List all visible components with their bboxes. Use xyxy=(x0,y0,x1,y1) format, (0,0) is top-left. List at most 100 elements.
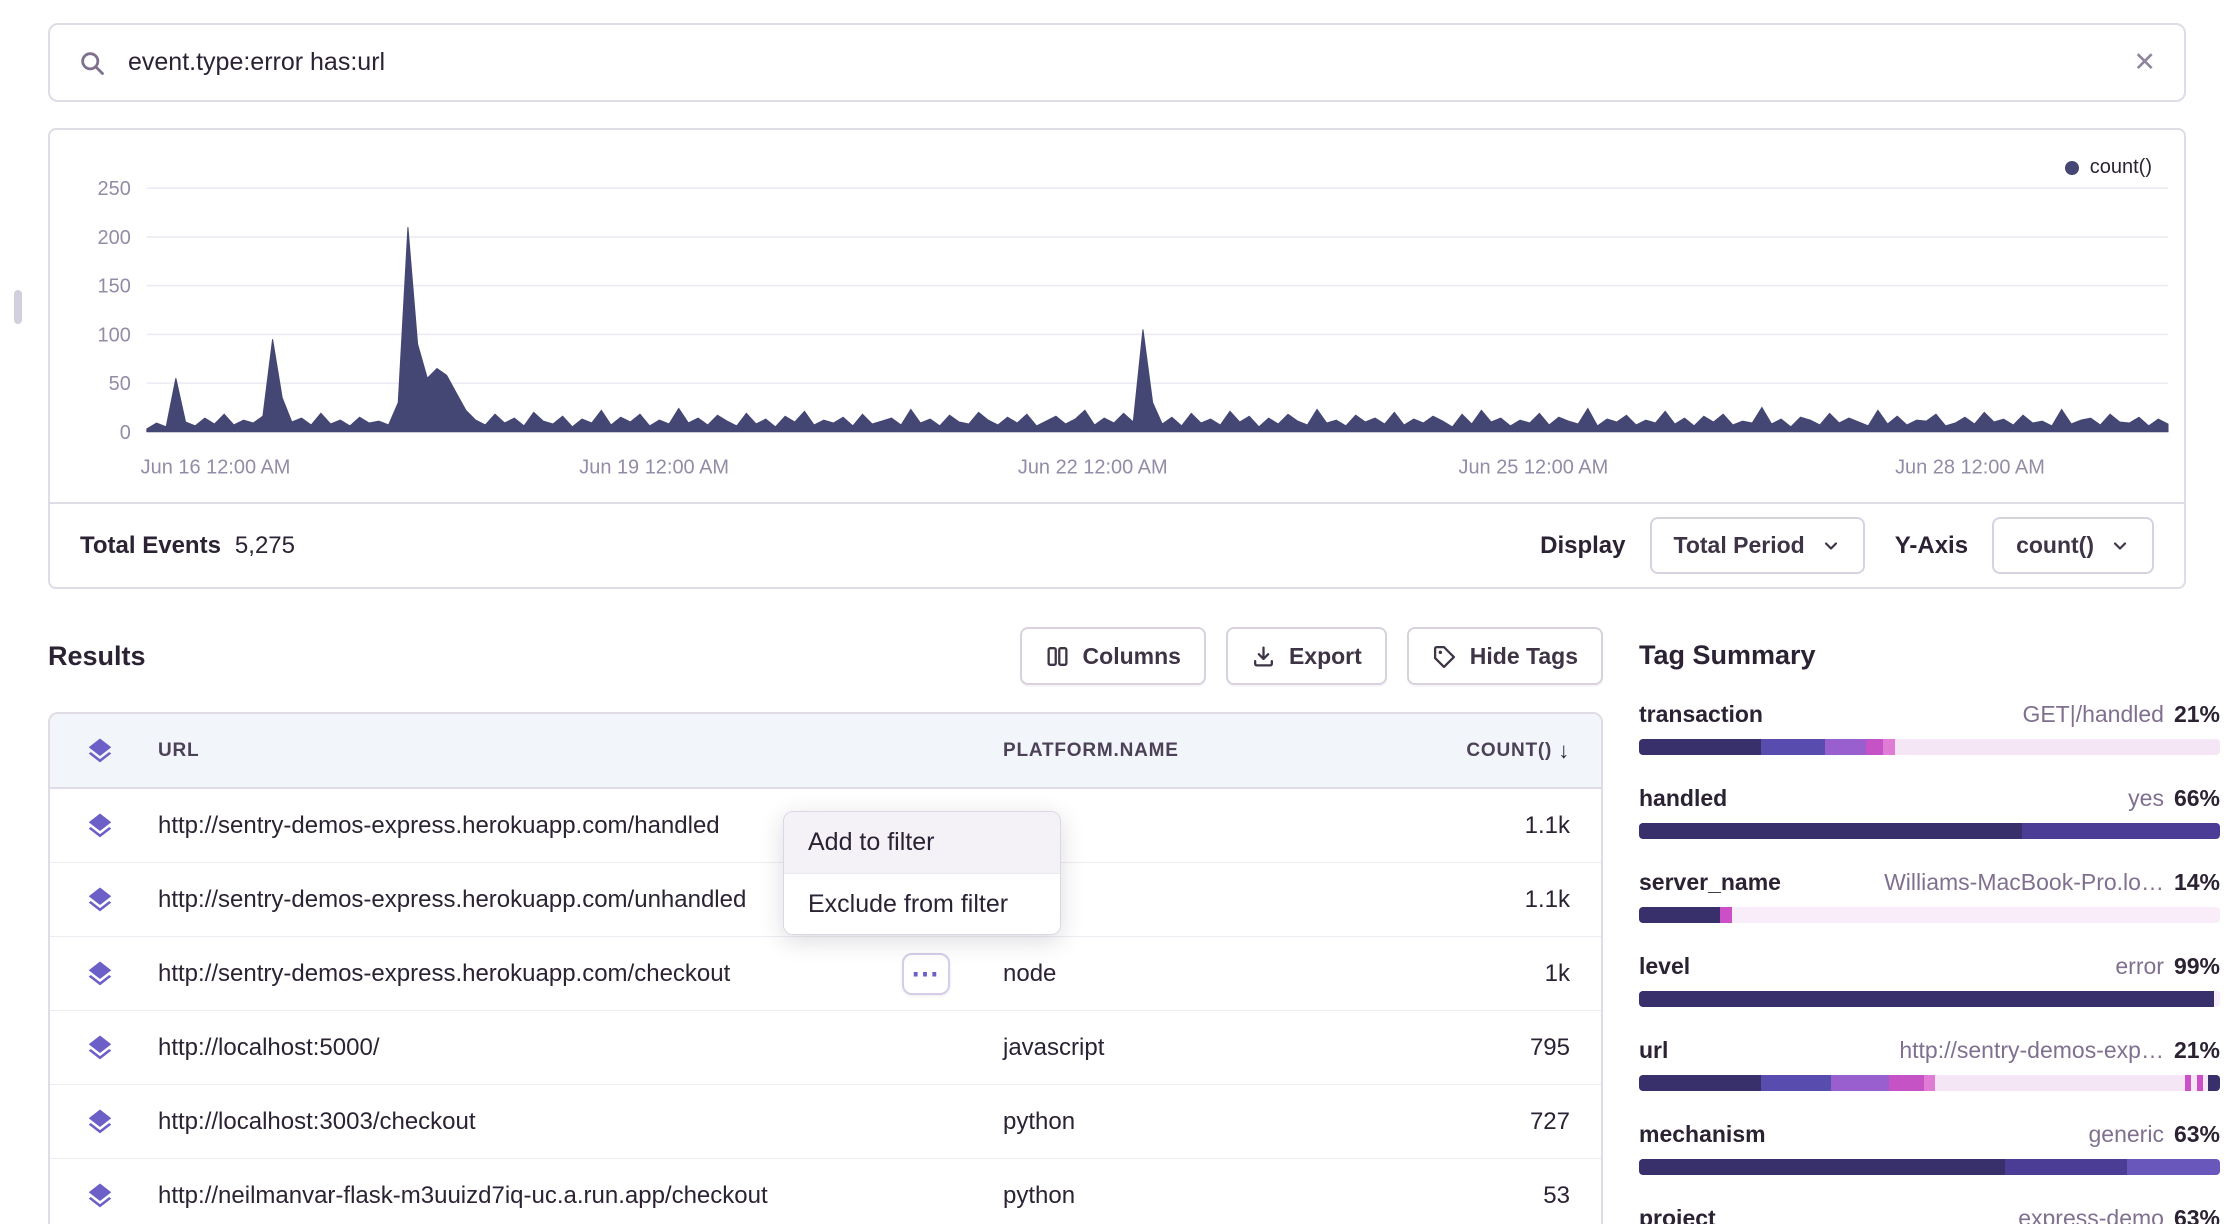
tag-bar-segment xyxy=(1639,1075,1761,1091)
stack-icon xyxy=(85,885,115,915)
tag-bar-segment xyxy=(1639,823,2022,839)
tag-top-value[interactable]: express-demo xyxy=(2018,1205,2164,1224)
tag-row: handled yes 66% xyxy=(1639,785,2220,839)
tag-bar-segment xyxy=(1831,1075,1889,1091)
tag-percentage: 21% xyxy=(2174,701,2220,728)
row-actions-button[interactable]: ⋯ xyxy=(902,953,950,995)
count-cell: 795 xyxy=(1433,1034,1601,1062)
tag-top-value[interactable]: Williams-MacBook-Pro.lo… xyxy=(1884,869,2164,896)
tag-distribution-bar[interactable] xyxy=(1639,1159,2220,1175)
header-url[interactable]: URL xyxy=(150,740,1003,762)
tag-name: mechanism xyxy=(1639,1121,1766,1148)
count-cell: 1.1k xyxy=(1433,886,1601,914)
tag-name: transaction xyxy=(1639,701,1763,728)
count-cell: 1.1k xyxy=(1433,812,1601,840)
tag-bar-segment xyxy=(1720,907,1732,923)
tag-top-value[interactable]: yes xyxy=(2128,785,2164,812)
discover-page: ✕ 050100150200250Jun 16 12:00 AMJun 19 1… xyxy=(0,0,2234,1224)
svg-text:0: 0 xyxy=(120,422,131,444)
stack-icon xyxy=(85,1033,115,1063)
columns-button-label: Columns xyxy=(1083,643,1181,670)
stack-icon xyxy=(85,736,115,766)
tag-bar-segment xyxy=(2208,1075,2220,1091)
tag-top-value[interactable]: generic xyxy=(2089,1121,2164,1148)
tag-row: mechanism generic 63% xyxy=(1639,1121,2220,1175)
header-count-label: COUNT() xyxy=(1466,740,1552,762)
tag-bar-segment xyxy=(1639,991,2214,1007)
tag-bar-segment xyxy=(1761,739,1825,755)
tag-bar-segment xyxy=(1639,907,1720,923)
tag-name: url xyxy=(1639,1037,1668,1064)
tag-icon xyxy=(1432,644,1457,669)
table-row[interactable]: http://localhost:5000/javascript795 xyxy=(50,1011,1601,1085)
tag-top-value[interactable]: error xyxy=(2115,953,2164,980)
tag-name: server_name xyxy=(1639,869,1781,896)
url-cell[interactable]: http://sentry-demos-express.herokuapp.co… xyxy=(150,960,1003,988)
stack-icon xyxy=(85,959,115,989)
tag-bar-segment xyxy=(1866,739,1883,755)
tag-percentage: 63% xyxy=(2174,1121,2220,1148)
tag-distribution-bar[interactable] xyxy=(1639,907,2220,923)
events-chart[interactable]: 050100150200250Jun 16 12:00 AMJun 19 12:… xyxy=(50,130,2184,502)
header-platform[interactable]: PLATFORM.NAME xyxy=(1003,740,1433,762)
sort-desc-icon: ↓ xyxy=(1558,738,1570,764)
columns-icon xyxy=(1045,644,1070,669)
panel-resize-handle[interactable] xyxy=(14,290,22,324)
tag-top-value[interactable]: http://sentry-demos-exp… xyxy=(1899,1037,2164,1064)
tag-bar-segment xyxy=(1639,739,1761,755)
tag-top-value[interactable]: GET|/handled xyxy=(2022,701,2164,728)
search-input[interactable] xyxy=(126,47,2113,78)
table-row[interactable]: http://neilmanvar-flask-m3uuizd7iq-uc.a.… xyxy=(50,1159,1601,1224)
results-table: URL PLATFORM.NAME COUNT() ↓ http://sentr… xyxy=(48,712,1603,1224)
tag-row: levelerror99% xyxy=(1639,953,2220,1007)
table-row[interactable]: http://sentry-demos-express.herokuapp.co… xyxy=(50,937,1601,1011)
tag-name: project xyxy=(1639,1205,1716,1224)
chevron-down-icon xyxy=(1821,536,1841,556)
table-row[interactable]: http://localhost:3003/checkoutpython727 xyxy=(50,1085,1601,1159)
tag-list: transaction GET|/handled 21% handled yes 66% s… xyxy=(1639,701,2220,1224)
chart-plot: 050100150200250Jun 16 12:00 AMJun 19 12:… xyxy=(50,130,2184,502)
tag-distribution-bar[interactable] xyxy=(1639,1075,2220,1091)
search-icon xyxy=(78,49,106,77)
tag-bar-segment xyxy=(1924,1075,1936,1091)
tag-row: projectexpress-demo63% xyxy=(1639,1205,2220,1224)
url-cell[interactable]: http://localhost:5000/ xyxy=(150,1034,1003,1062)
hide-tags-button-label: Hide Tags xyxy=(1470,643,1578,670)
tag-distribution-bar[interactable] xyxy=(1639,823,2220,839)
url-cell[interactable]: http://neilmanvar-flask-m3uuizd7iq-uc.a.… xyxy=(150,1182,1003,1210)
display-select[interactable]: Total Period xyxy=(1650,517,1865,574)
search-bar: ✕ xyxy=(48,23,2186,102)
platform-cell: python xyxy=(1003,1108,1433,1136)
chart-legend: count() xyxy=(2065,156,2152,179)
tag-bar-segment xyxy=(1639,1159,2005,1175)
tag-percentage: 66% xyxy=(2174,785,2220,812)
tag-name: handled xyxy=(1639,785,1727,812)
tag-bar-segment xyxy=(2127,1159,2220,1175)
tag-bar-segment xyxy=(1895,739,2220,755)
menu-item-exclude-from-filter[interactable]: Exclude from filter xyxy=(784,873,1060,934)
columns-button[interactable]: Columns xyxy=(1020,627,1206,685)
yaxis-label: Y-Axis xyxy=(1895,532,1968,560)
display-label: Display xyxy=(1540,532,1625,560)
export-button[interactable]: Export xyxy=(1226,627,1387,685)
tag-percentage: 14% xyxy=(2174,869,2220,896)
header-count[interactable]: COUNT() ↓ xyxy=(1433,738,1601,764)
clear-search-icon[interactable]: ✕ xyxy=(2133,49,2156,76)
svg-text:Jun 28 12:00 AM: Jun 28 12:00 AM xyxy=(1895,457,2045,479)
tag-distribution-bar[interactable] xyxy=(1639,739,2220,755)
tag-bar-segment xyxy=(2005,1159,2127,1175)
chart-footer: Total Events 5,275 Display Total Period … xyxy=(50,502,2184,587)
total-events-label: Total Events xyxy=(80,532,221,560)
menu-item-add-to-filter[interactable]: Add to filter xyxy=(784,812,1060,873)
tag-summary-panel: Tag Summary transactionGET|/handled21%ha… xyxy=(1639,627,2234,1224)
stack-icon xyxy=(85,1107,115,1137)
hide-tags-button[interactable]: Hide Tags xyxy=(1407,627,1603,685)
total-events-value: 5,275 xyxy=(235,532,295,560)
display-select-value: Total Period xyxy=(1674,532,1805,559)
yaxis-select[interactable]: count() xyxy=(1992,517,2154,574)
results-heading: Results xyxy=(48,641,146,672)
svg-text:Jun 16 12:00 AM: Jun 16 12:00 AM xyxy=(141,457,291,479)
platform-cell: javascript xyxy=(1003,1034,1433,1062)
url-cell[interactable]: http://localhost:3003/checkout xyxy=(150,1108,1003,1136)
tag-distribution-bar[interactable] xyxy=(1639,991,2220,1007)
